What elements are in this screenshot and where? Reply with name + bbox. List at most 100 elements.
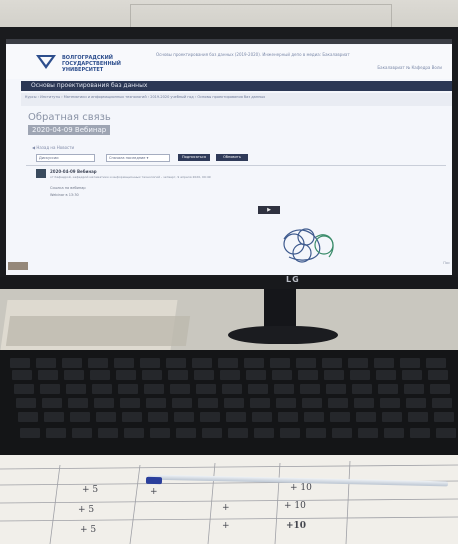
keyboard-key xyxy=(92,384,112,394)
keyboard-key xyxy=(302,398,322,408)
notes-paper: + 5 + + 5 + 10 + 5 +10 + + 10 + xyxy=(0,455,458,544)
keyboard-key xyxy=(198,398,218,408)
browser-bar xyxy=(6,39,452,44)
keyboard-key xyxy=(120,398,140,408)
handwriting: + 10 xyxy=(284,501,306,511)
keyboard-key xyxy=(16,398,36,408)
keyboard-key xyxy=(46,428,66,438)
keyboard-key xyxy=(38,370,58,380)
keyboard-key xyxy=(400,358,420,368)
keyboard-key xyxy=(124,428,144,438)
monitor-bezel xyxy=(0,277,458,289)
keyboard-key xyxy=(20,428,40,438)
handwriting: + 5 xyxy=(82,485,99,495)
handwriting: + 5 xyxy=(78,505,95,515)
keyboard-key xyxy=(36,358,56,368)
play-icon[interactable]: ▶ xyxy=(258,206,280,214)
divider xyxy=(26,165,446,166)
keyboard-key xyxy=(168,370,188,380)
keyboard-key xyxy=(18,412,38,422)
keyboard-key xyxy=(98,428,118,438)
sort-select[interactable]: Сначала последние ▾ xyxy=(106,154,170,162)
keyboard-key xyxy=(222,384,242,394)
paper-stack-shadow xyxy=(5,316,191,346)
screen: ВОЛГОГРАДСКИЙ ГОСУДАРСТВЕННЫЙ УНИВЕРСИТЕ… xyxy=(6,39,452,275)
keyboard-key xyxy=(374,358,394,368)
protein-structure-image xyxy=(283,228,334,263)
keyboard-key xyxy=(326,384,346,394)
subscribe-button[interactable]: Подписаться xyxy=(178,154,210,161)
keyboard-key xyxy=(166,358,186,368)
keyboard-key xyxy=(192,358,212,368)
keyboard-key xyxy=(96,412,116,422)
keyboard-key xyxy=(66,384,86,394)
keyboard-key xyxy=(196,384,216,394)
keyboard-key xyxy=(70,412,90,422)
handwriting: + xyxy=(150,487,158,497)
keyboard-key xyxy=(244,358,264,368)
side-text: Пос xyxy=(443,261,450,265)
keyboard-key xyxy=(250,398,270,408)
keyboard-key xyxy=(296,358,316,368)
keyboard-key xyxy=(252,412,272,422)
keyboard-key xyxy=(274,384,294,394)
discussion-filter-select[interactable]: Дискуссии xyxy=(36,154,95,162)
keyboard-key xyxy=(358,428,378,438)
header-user-text[interactable]: Бакалавриат № Кафедра Воли xyxy=(377,65,442,70)
keyboard-key xyxy=(14,384,34,394)
handwriting: + xyxy=(222,503,230,513)
keyboard-key xyxy=(72,428,92,438)
post-text-line: Webinar в 13:30 xyxy=(50,193,79,197)
keyboard-key xyxy=(428,370,448,380)
keyboard-key xyxy=(64,370,84,380)
keyboard-key xyxy=(88,358,108,368)
discussion-title: 2020-04-09 Вебинар xyxy=(28,125,111,135)
keyboard-key xyxy=(10,358,30,368)
keyboard-key xyxy=(226,412,246,422)
keyboard-key xyxy=(300,384,320,394)
handwriting: + xyxy=(222,521,230,531)
keyboard-key xyxy=(194,370,214,380)
keyboard-key xyxy=(94,398,114,408)
keyboard-key xyxy=(298,370,318,380)
post-text-line[interactable]: Ссылка на вебинар xyxy=(50,186,86,190)
post-title: 2020-04-09 Вебинар xyxy=(50,169,97,174)
course-navbar[interactable]: Основы проектирования баз данных xyxy=(21,81,452,91)
keyboard-key xyxy=(248,384,268,394)
keyboard-key xyxy=(406,398,426,408)
keyboard-key xyxy=(376,370,396,380)
keyboard-key xyxy=(62,358,82,368)
keyboard-key xyxy=(348,358,368,368)
keyboard-key xyxy=(350,370,370,380)
keyboard-key xyxy=(354,398,374,408)
monitor-stand-base xyxy=(228,326,338,344)
keyboard-key xyxy=(42,398,62,408)
lg-logo: LG xyxy=(286,275,300,284)
keyboard-key xyxy=(304,412,324,422)
keyboard-key xyxy=(270,358,290,368)
monitor: ВОЛГОГРАДСКИЙ ГОСУДАРСТВЕННЫЙ УНИВЕРСИТЕ… xyxy=(0,27,458,289)
keyboard-key xyxy=(122,412,142,422)
keyboard-key xyxy=(352,384,372,394)
keyboard-key xyxy=(200,412,220,422)
keyboard-key xyxy=(430,384,450,394)
sticker xyxy=(8,262,28,270)
keyboard-key xyxy=(384,428,404,438)
breadcrumb[interactable]: Курсы › Институты › Математики и информа… xyxy=(21,93,452,106)
avatar[interactable] xyxy=(36,169,46,178)
keyboard-key xyxy=(220,370,240,380)
keyboard-key xyxy=(246,370,266,380)
keyboard-key xyxy=(432,398,452,408)
keyboard-key xyxy=(436,428,456,438)
keyboard-key xyxy=(118,384,138,394)
keyboard-key xyxy=(356,412,376,422)
university-logo-icon xyxy=(36,55,56,69)
keyboard-key xyxy=(150,428,170,438)
keyboard-key xyxy=(172,398,192,408)
keyboard-key xyxy=(148,412,168,422)
back-link[interactable]: ◀ Назад на Новости xyxy=(32,145,74,150)
update-button[interactable]: Обновить xyxy=(216,154,248,161)
keyboard-key xyxy=(306,428,326,438)
keyboard-key xyxy=(224,398,244,408)
keyboard-key xyxy=(114,358,134,368)
